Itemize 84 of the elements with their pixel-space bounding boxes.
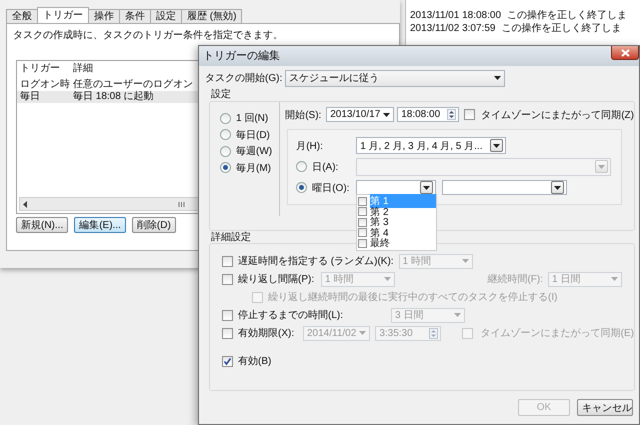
dialog-button[interactable]: 削除(D) xyxy=(132,217,176,233)
checkbox[interactable] xyxy=(222,274,233,284)
dialog-button[interactable]: キャンセル xyxy=(577,399,633,416)
caret-icon xyxy=(462,259,469,263)
caret-icon xyxy=(359,331,366,335)
dropdown[interactable] xyxy=(442,180,568,195)
field-label: 繰り返し間隔(P): xyxy=(238,272,316,286)
checkbox[interactable] xyxy=(252,292,263,302)
field-label: 日(A): xyxy=(312,160,340,174)
caret-icon xyxy=(454,313,461,317)
tab[interactable]: 全般 xyxy=(6,9,38,23)
field-label: 遅延時間を指定する (ランダム)(K): xyxy=(238,254,394,268)
spinner-icon xyxy=(447,109,456,120)
tab[interactable]: 設定 xyxy=(150,9,182,23)
table-cell: この操作を正しく終了しま xyxy=(507,9,628,22)
close-button[interactable] xyxy=(611,46,639,60)
checkbox[interactable] xyxy=(358,207,368,216)
checkbox[interactable] xyxy=(358,218,368,227)
caret-icon xyxy=(611,277,618,281)
field-label: 有効(B) xyxy=(238,354,272,368)
field-label: タイムゾーンにまたがって同期(Z) xyxy=(481,108,634,122)
dialog-button[interactable]: 新規(N)... xyxy=(16,217,68,233)
table-cell: この操作を正しく終了しま xyxy=(501,22,622,35)
field-label: 有効期限(X): xyxy=(238,326,296,340)
tab[interactable]: トリガー xyxy=(37,7,89,23)
field-label: タスクの開始(G): xyxy=(205,72,282,85)
column-header[interactable]: 詳細 xyxy=(70,61,93,77)
caret-icon xyxy=(383,112,390,116)
window-title: トリガーの編集 xyxy=(202,49,280,64)
dropdown[interactable]: 1 月, 2 月, 3 月, 4 月, 5 月... xyxy=(356,137,506,154)
tab[interactable]: 履歴 (無効) xyxy=(181,9,242,23)
dropdown[interactable]: スケジュールに従う xyxy=(285,70,506,86)
column-header[interactable]: トリガー xyxy=(17,61,70,77)
caret-icon xyxy=(598,164,606,168)
field-label: 繰り返し継続時間の最後に実行中のすべてのタスクを停止する(I) xyxy=(268,290,558,304)
radio-button[interactable] xyxy=(220,146,231,157)
field-label: タイムゾーンにまたがって同期(E) xyxy=(480,326,634,340)
radio-button[interactable] xyxy=(296,182,308,193)
field-label: 曜日(O): xyxy=(312,182,350,194)
list-item[interactable]: 第 2 xyxy=(357,206,436,217)
field-label: 継続時間(F): xyxy=(487,272,543,286)
grip-icon xyxy=(178,200,185,208)
time-field[interactable]: 18:08:00 xyxy=(397,107,460,122)
dialog-button[interactable]: 編集(E)... xyxy=(74,217,126,233)
checkbox[interactable] xyxy=(222,310,233,320)
checkbox[interactable] xyxy=(464,109,476,120)
radio-button[interactable] xyxy=(296,161,308,172)
radio-button[interactable] xyxy=(220,162,231,174)
list-item[interactable]: 第 4 xyxy=(357,228,436,238)
caret-icon xyxy=(554,186,562,190)
field-label: 1 回(N) xyxy=(236,112,268,126)
checkbox[interactable] xyxy=(222,328,233,338)
radio-button[interactable] xyxy=(220,129,231,140)
field-label: 開始(S): xyxy=(285,108,322,122)
date-picker[interactable]: 2013/10/17 xyxy=(326,107,394,122)
list-item[interactable]: 第 3 xyxy=(357,217,436,228)
table-cell-text: 2013/11/02 3:07:59 xyxy=(409,22,496,35)
caret-icon xyxy=(423,186,430,190)
radio-button[interactable] xyxy=(220,112,231,124)
group-title: 詳細設定 xyxy=(211,232,251,244)
table-cell-text: 2013/11/01 18:08:00 xyxy=(409,9,502,22)
close-icon xyxy=(620,48,630,56)
field-label: 毎日(D) xyxy=(236,128,270,142)
caret-icon xyxy=(493,144,500,148)
checkbox[interactable] xyxy=(222,256,233,266)
left-arrow-icon xyxy=(23,200,28,208)
checkbox[interactable] xyxy=(358,238,368,248)
field-label: 月(H): xyxy=(296,140,324,152)
tab[interactable]: 操作 xyxy=(88,9,120,23)
group-title: 設定 xyxy=(211,89,231,101)
field-label: 停止するまでの時間(L): xyxy=(238,308,344,322)
list-item[interactable]: 最終 xyxy=(357,238,436,248)
field-label: 毎週(W) xyxy=(236,145,272,158)
caret-icon xyxy=(494,76,502,80)
checkbox[interactable] xyxy=(222,356,233,366)
description-text: タスクの作成時に、タスクのトリガー条件を指定できます。 xyxy=(13,28,284,42)
checkbox[interactable] xyxy=(358,228,368,238)
checkbox[interactable] xyxy=(358,196,368,206)
tab[interactable]: 条件 xyxy=(119,9,151,23)
checkbox[interactable] xyxy=(462,328,473,338)
spinner-icon xyxy=(428,328,438,338)
field-label: 毎月(M) xyxy=(236,162,271,175)
caret-icon xyxy=(384,277,391,281)
dropdown[interactable] xyxy=(356,180,436,195)
